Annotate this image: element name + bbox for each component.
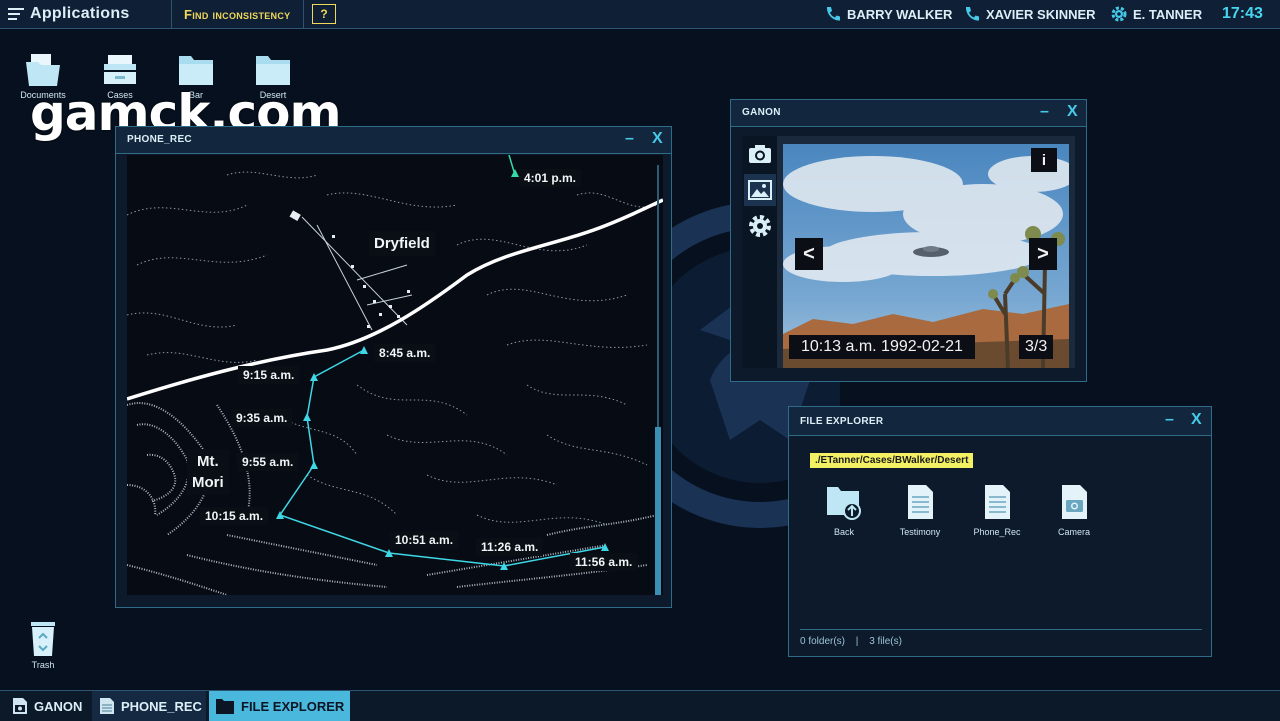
ganon-window: GANON – X i < > 10:13 a.m. 1992-02-21 3/… [730, 99, 1087, 382]
folder-icon [256, 56, 290, 85]
close-button[interactable]: X [1067, 103, 1078, 121]
back-folder-icon [827, 487, 861, 520]
camera-settings-button[interactable] [744, 210, 776, 242]
close-button[interactable]: X [652, 130, 663, 148]
status-separator: | [855, 636, 859, 647]
user-name: E. TANNER [1133, 6, 1203, 22]
map-view[interactable]: Dryfield Mt. Mori 4:01 p.m. 8:45 a.m. 9:… [127, 155, 663, 595]
next-photo-button[interactable]: > [1029, 238, 1057, 270]
file-item-back[interactable]: Back [809, 483, 879, 537]
file-label: Back [833, 527, 854, 537]
camera-icon [749, 145, 771, 163]
window-title: GANON [742, 107, 781, 118]
minimize-button[interactable]: – [1040, 103, 1049, 121]
current-path: ./ETanner/Cases/BWalker/Desert [810, 453, 974, 468]
clock: 17:43 [1222, 5, 1263, 22]
taskbar: GANON PHONE_REC FILE EXPLORER [0, 690, 1280, 721]
timestamp-label: 9:55 a.m. [237, 453, 299, 471]
camera-icon [13, 698, 27, 714]
contact-name: BARRY WALKER [847, 6, 953, 22]
camera-file-icon [1062, 485, 1087, 519]
contact-xavier-skinner[interactable]: XAVIER SKINNER [963, 0, 1096, 28]
phone-rec-titlebar[interactable]: PHONE_REC – X [116, 127, 671, 154]
phone-icon [965, 7, 979, 21]
file-explorer-status-bar: 0 folder(s) | 3 file(s) [800, 629, 1202, 647]
file-label: Testimony [899, 527, 941, 537]
close-button[interactable]: X [1191, 411, 1202, 429]
scrollbar-thumb[interactable] [655, 427, 661, 595]
task-ganon[interactable]: GANON [0, 691, 88, 721]
file-count: 3 file(s) [869, 636, 902, 647]
user-e-tanner[interactable]: E. TANNER [1110, 0, 1202, 28]
timestamp-label: 10:15 a.m. [200, 507, 269, 525]
photo-viewer[interactable]: i < > 10:13 a.m. 1992-02-21 3/3 [783, 144, 1069, 368]
gallery-mode-button[interactable] [744, 174, 776, 206]
photo-timestamp: 10:13 a.m. 1992-02-21 [789, 335, 975, 359]
phone-rec-window: PHONE_REC – X Dryfield Mt. Mori 4:01 p.m… [115, 126, 672, 608]
desktop-icon-trash[interactable]: Trash [13, 620, 73, 670]
previous-photo-button[interactable]: < [795, 238, 823, 270]
task-label: PHONE_REC [121, 698, 202, 714]
trash-icon [31, 622, 55, 656]
contact-name: XAVIER SKINNER [986, 6, 1096, 22]
file-explorer-window: FILE EXPLORER – X ./ETanner/Cases/BWalke… [788, 406, 1212, 657]
place-label-town: Dryfield [369, 231, 435, 256]
gear-icon [749, 215, 771, 237]
cases-tray-icon [104, 55, 136, 84]
photo-counter: 3/3 [1019, 335, 1054, 359]
contact-barry-walker[interactable]: BARRY WALKER [824, 0, 952, 28]
mountain-line-1: Mt. [197, 453, 219, 470]
folder-icon [216, 699, 234, 714]
terrain-map [127, 155, 663, 595]
mountain-line-2: Mori [192, 474, 224, 491]
file-label: Phone_Rec [973, 527, 1021, 537]
folder-icon [179, 56, 213, 85]
document-icon [985, 485, 1010, 519]
timestamp-label: 8:45 a.m. [374, 344, 436, 362]
menu-icon [8, 8, 24, 20]
timestamp-label: 11:26 a.m. [476, 538, 544, 556]
file-item-phone-rec[interactable]: Phone_Rec [962, 483, 1032, 537]
file-label: Camera [1057, 527, 1090, 537]
camera-sidebar [742, 136, 778, 368]
task-phone-rec[interactable]: PHONE_REC [92, 691, 206, 721]
window-title: FILE EXPLORER [800, 416, 884, 427]
file-item-camera[interactable]: Camera [1039, 483, 1109, 537]
file-item-testimony[interactable]: Testimony [885, 483, 955, 537]
applications-menu-button[interactable]: Applications [0, 0, 172, 28]
image-icon [748, 180, 772, 200]
desktop-icon-label: Trash [31, 660, 55, 670]
phone-icon [826, 7, 840, 21]
document-icon [908, 485, 933, 519]
folder-count: 0 folder(s) [800, 636, 846, 647]
place-label-mountain: Mt. Mori [187, 449, 229, 495]
task-label: GANON [34, 698, 83, 714]
timestamp-label: 10:51 a.m. [390, 531, 459, 549]
task-label: FILE EXPLORER [241, 698, 345, 714]
window-title: PHONE_REC [127, 134, 192, 145]
minimize-button[interactable]: – [1165, 411, 1174, 429]
gear-icon [1111, 6, 1127, 22]
timestamp-label: 9:35 a.m. [231, 409, 293, 427]
minimize-button[interactable]: – [625, 130, 634, 148]
documents-folder-icon [26, 54, 60, 86]
task-file-explorer[interactable]: FILE EXPLORER [209, 691, 350, 721]
timestamp-label: 4:01 p.m. [519, 169, 582, 187]
find-inconsistency-button[interactable]: Find inconsistency [172, 0, 304, 28]
applications-label: Applications [30, 5, 130, 22]
file-explorer-titlebar[interactable]: FILE EXPLORER – X [789, 407, 1211, 436]
timestamp-label: 11:56 a.m. [570, 553, 638, 571]
ganon-titlebar[interactable]: GANON – X [731, 100, 1086, 127]
camera-mode-button[interactable] [744, 138, 776, 170]
document-icon [100, 698, 114, 714]
photo-info-button[interactable]: i [1031, 148, 1057, 172]
help-button[interactable]: ? [312, 4, 336, 24]
top-bar: Applications Find inconsistency ? BARRY … [0, 0, 1280, 29]
timestamp-label: 9:15 a.m. [238, 366, 300, 384]
find-inconsistency-label: Find inconsistency [184, 6, 291, 22]
